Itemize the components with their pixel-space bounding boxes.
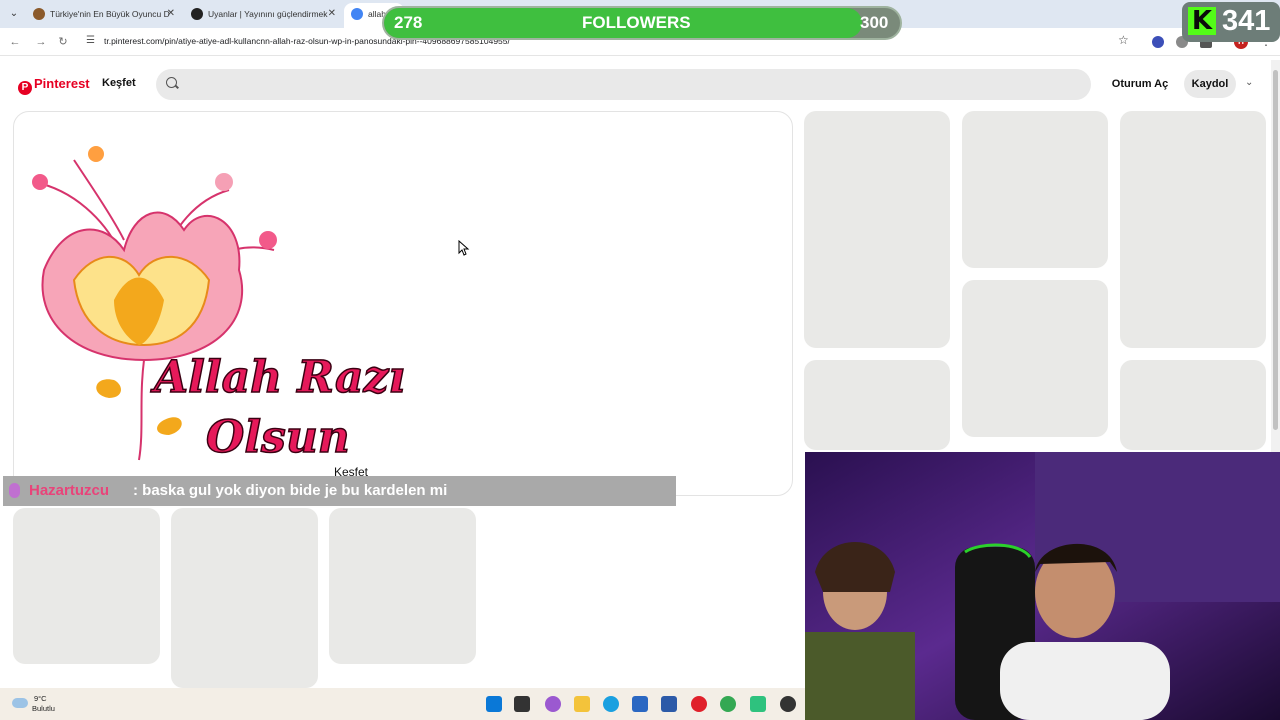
signup-button[interactable]: Kaydol	[1184, 70, 1236, 98]
app-icon[interactable]	[750, 696, 766, 712]
chrome-icon[interactable]	[720, 696, 736, 712]
search-bar[interactable]	[156, 69, 1091, 100]
chevron-down-icon[interactable]: ⌄	[1245, 77, 1253, 88]
site-info-icon[interactable]: ☰	[86, 35, 95, 46]
site-favicon-icon	[191, 8, 203, 20]
bookmark-star-icon[interactable]: ☆	[1118, 33, 1129, 47]
pin-placeholder	[962, 111, 1108, 268]
kick-follower-badge: K 341	[1182, 2, 1280, 42]
copilot-icon[interactable]	[545, 696, 561, 712]
reload-icon[interactable]: ↻	[54, 33, 72, 51]
file-explorer-icon[interactable]	[574, 696, 590, 712]
pinterest-logo-text: Pinterest	[34, 76, 90, 91]
extension-icon[interactable]	[1152, 36, 1164, 48]
browser-tab-2[interactable]: Uyanlar | Yayınını güçlendirmek ✕	[184, 3, 342, 28]
mouse-cursor-icon	[458, 240, 470, 256]
login-button[interactable]: Oturum Aç	[1104, 70, 1176, 98]
close-tab-icon[interactable]: ✕	[328, 3, 336, 25]
weather-description[interactable]: Bulutlu	[32, 704, 55, 713]
pinterest-logo[interactable]: P Pinterest	[18, 76, 90, 95]
pin-placeholder	[1120, 360, 1266, 450]
webcam-image	[805, 452, 1280, 720]
close-tab-icon[interactable]: ✕	[167, 3, 175, 25]
task-view-icon[interactable]	[514, 696, 530, 712]
pin-placeholder	[13, 508, 160, 664]
store-icon[interactable]	[632, 696, 648, 712]
screen: ⌄ Türkiye'nin En Büyük Oyuncu D ✕ Uyanla…	[0, 0, 1280, 720]
chat-badge-icon	[9, 483, 20, 498]
windows-taskbar: 9°C Bulutlu	[0, 688, 805, 720]
pin-placeholder	[962, 280, 1108, 437]
tab-title: Türkiye'nin En Büyük Oyuncu D	[50, 9, 170, 19]
pin-title-line-2: Olsun	[205, 411, 350, 464]
weather-temperature[interactable]: 9°C	[34, 694, 47, 703]
forward-arrow-icon[interactable]: →	[32, 33, 50, 51]
pin-placeholder	[804, 360, 950, 450]
followers-current: 278	[394, 13, 423, 32]
pin-placeholder	[804, 111, 950, 348]
search-icon	[166, 77, 177, 88]
obs-icon[interactable]	[780, 696, 796, 712]
scrollbar-thumb[interactable]	[1273, 70, 1278, 430]
pin-placeholder	[329, 508, 476, 664]
tab-search-icon[interactable]: ⌄	[6, 6, 22, 22]
windows-start-icon[interactable]	[486, 696, 502, 712]
tab-title: Uyanlar | Yayınını güçlendirmek	[208, 9, 328, 19]
browser-tab-1[interactable]: Türkiye'nin En Büyük Oyuncu D ✕	[26, 3, 181, 28]
followers-goal-overlay: 278 FOLLOWERS 300	[382, 6, 902, 40]
app-icon[interactable]	[661, 696, 677, 712]
chat-message-text: : baska gul yok diyon bide je bu kardele…	[133, 482, 448, 499]
google-favicon-icon	[351, 8, 363, 20]
webcam-feed	[805, 452, 1280, 720]
opera-icon[interactable]	[691, 696, 707, 712]
site-favicon-icon	[33, 8, 45, 20]
explore-link[interactable]: Keşfet	[102, 77, 136, 89]
kick-logo-icon: K	[1188, 7, 1216, 35]
cloud-icon[interactable]	[12, 698, 28, 708]
pinterest-p-icon: P	[18, 81, 32, 95]
followers-label: FOLLOWERS	[582, 13, 691, 32]
edge-browser-icon[interactable]	[603, 696, 619, 712]
pin-placeholder	[171, 508, 318, 688]
pin-placeholder	[1120, 111, 1266, 348]
followers-goal: 300	[860, 13, 889, 32]
search-input[interactable]	[186, 75, 1066, 94]
pin-card[interactable]: Allah Razı Olsun	[13, 111, 793, 496]
kick-follower-count: 341	[1222, 5, 1271, 37]
chat-username: Hazartuzcu	[29, 482, 110, 499]
pin-title-line-1: Allah Razı	[153, 351, 406, 404]
back-arrow-icon[interactable]: ←	[6, 33, 24, 51]
chat-message-overlay: Hazartuzcu : baska gul yok diyon bide je…	[3, 476, 676, 506]
